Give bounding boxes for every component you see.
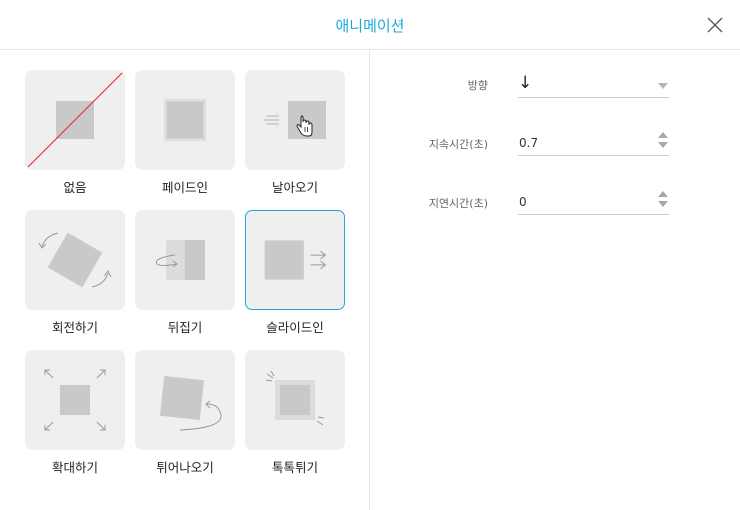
slide-in-icon	[264, 240, 327, 280]
animation-label-flip: 뒤집기	[167, 320, 203, 335]
increment-icon[interactable]	[658, 132, 668, 138]
rotate-icon	[38, 232, 112, 288]
animation-label-pop-out: 튀어나오기	[156, 460, 214, 475]
animation-tile-flip[interactable]	[135, 210, 235, 310]
pop-out-icon	[160, 376, 222, 431]
none-icon	[27, 72, 123, 168]
animation-tile-zoom[interactable]	[25, 350, 125, 450]
direction-select[interactable]: ↓	[518, 72, 669, 98]
duration-label: 지속시간(초)	[428, 138, 488, 151]
dialog-title: 애니메이션	[335, 17, 405, 35]
animation-label-fly-in: 날아오기	[271, 180, 318, 195]
dialog-header: 애니메이션	[0, 0, 740, 50]
increment-icon[interactable]	[658, 191, 668, 197]
bounce-icon	[265, 370, 325, 426]
close-icon[interactable]	[706, 16, 724, 34]
decrement-icon[interactable]	[658, 142, 668, 148]
fly-in-icon	[264, 101, 326, 139]
animation-tile-bounce[interactable]	[245, 350, 345, 450]
chevron-down-icon[interactable]	[658, 83, 668, 89]
animation-tile-none[interactable]	[25, 70, 125, 170]
duration-value: 0.7	[519, 136, 539, 150]
fade-in-icon	[164, 99, 206, 141]
animation-tile-pop-out[interactable]	[135, 350, 235, 450]
animation-label-fade-in: 페이드인	[161, 180, 208, 195]
direction-value: ↓	[518, 73, 533, 93]
flip-icon	[155, 240, 205, 280]
delay-value: 0	[519, 195, 527, 209]
duration-stepper[interactable]: 0.7	[518, 130, 669, 156]
animation-tile-fade-in[interactable]	[135, 70, 235, 170]
delay-label: 지연시간(초)	[428, 197, 488, 210]
decrement-icon[interactable]	[658, 201, 668, 207]
animation-tile-slide-in[interactable]	[245, 210, 345, 310]
zoom-icon	[44, 369, 106, 431]
animation-label-none: 없음	[63, 180, 87, 195]
animation-label-bounce: 톡톡튀기	[271, 460, 318, 475]
animation-label-rotate: 회전하기	[51, 320, 98, 335]
animation-tile-rotate[interactable]	[25, 210, 125, 310]
animation-label-slide-in: 슬라이드인	[266, 320, 324, 335]
panel-divider	[369, 51, 370, 510]
animation-tile-fly-in[interactable]	[245, 70, 345, 170]
direction-label: 방향	[467, 79, 488, 92]
delay-stepper[interactable]: 0	[518, 189, 669, 215]
animation-label-zoom: 확대하기	[51, 460, 98, 475]
